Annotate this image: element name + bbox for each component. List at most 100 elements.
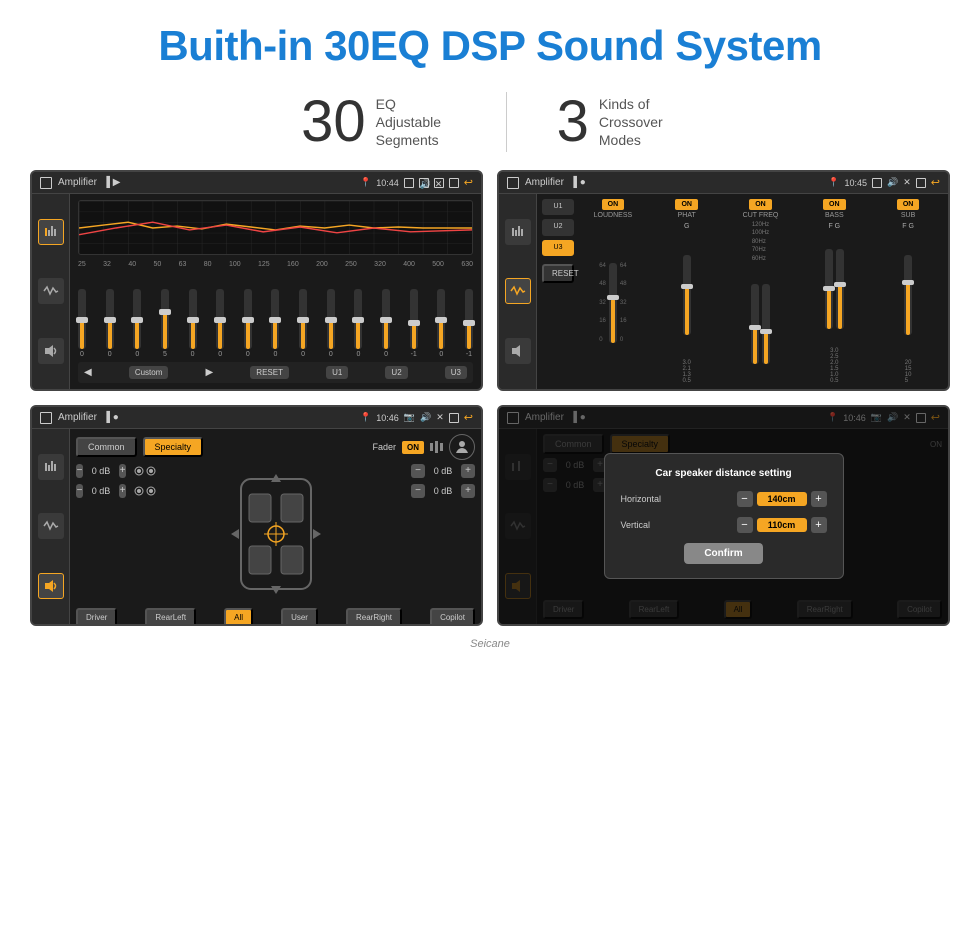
eq-sidebar-wave-btn[interactable] bbox=[38, 278, 64, 304]
horizontal-value: 140cm bbox=[757, 492, 807, 506]
all-btn[interactable]: All bbox=[224, 608, 253, 626]
db-plus-4[interactable]: + bbox=[461, 484, 475, 498]
crossover-sidebar-wave-btn[interactable] bbox=[505, 278, 531, 304]
speaker-sidebar-wave-btn[interactable] bbox=[38, 513, 64, 539]
crossover-camera-icon bbox=[872, 178, 882, 188]
crossover-bands: ON LOUDNESS 644832160 644832160 bbox=[578, 199, 943, 384]
slider-7[interactable]: 0 bbox=[244, 289, 252, 358]
crossover-time: 10:45 bbox=[844, 178, 867, 188]
dialog-title: Car speaker distance setting bbox=[621, 468, 827, 479]
slider-14[interactable]: 0 bbox=[437, 289, 445, 358]
db-minus-2[interactable]: − bbox=[76, 484, 83, 498]
band-bass: ON BASS F G bbox=[799, 199, 869, 384]
eq-u2-btn[interactable]: U2 bbox=[385, 366, 407, 379]
slider-13[interactable]: -1 bbox=[410, 289, 418, 358]
preset-u2-btn[interactable]: U2 bbox=[542, 219, 574, 235]
person-icon-btn[interactable] bbox=[449, 434, 475, 460]
cutfreq-slider2[interactable] bbox=[762, 284, 770, 364]
eq-body: 2532405063 80100125160200 25032040050063… bbox=[32, 194, 481, 389]
slider-4[interactable]: 5 bbox=[161, 289, 169, 358]
copilot-btn[interactable]: Copilot bbox=[430, 608, 475, 626]
eq-reset-btn[interactable]: RESET bbox=[250, 366, 289, 379]
db-minus-3[interactable]: − bbox=[411, 464, 425, 478]
common-mode-btn[interactable]: Common bbox=[76, 437, 137, 457]
db-plus-2[interactable]: + bbox=[119, 484, 126, 498]
eq-u3-btn[interactable]: U3 bbox=[445, 366, 467, 379]
eq-play-btn[interactable]: ▶ bbox=[205, 367, 213, 378]
db-minus-1[interactable]: − bbox=[76, 464, 83, 478]
slider-8[interactable]: 0 bbox=[271, 289, 279, 358]
eq-sidebar-eq-btn[interactable] bbox=[38, 219, 64, 245]
bass-toggle[interactable]: ON bbox=[823, 199, 846, 210]
stat-eq-number: 30 bbox=[301, 93, 366, 151]
eq-custom-btn[interactable]: Custom bbox=[129, 366, 169, 379]
band-sub: ON SUB F G 2015105 bbox=[873, 199, 943, 384]
slider-9[interactable]: 0 bbox=[299, 289, 307, 358]
crossover-sidebar bbox=[499, 194, 537, 389]
preset-u1-btn[interactable]: U1 bbox=[542, 199, 574, 215]
specialty-mode-btn[interactable]: Specialty bbox=[143, 437, 204, 457]
rear-left-btn[interactable]: RearLeft bbox=[145, 608, 196, 626]
db-plus-3[interactable]: + bbox=[461, 464, 475, 478]
speaker-sidebar bbox=[32, 429, 70, 624]
speaker-back-icon[interactable]: ↩ bbox=[464, 411, 473, 424]
user-btn[interactable]: User bbox=[281, 608, 318, 626]
slider-2[interactable]: 0 bbox=[106, 289, 114, 358]
loudness-slider[interactable] bbox=[609, 263, 617, 343]
rear-right-btn[interactable]: RearRight bbox=[346, 608, 402, 626]
crossover-back-icon[interactable]: ↩ bbox=[931, 176, 940, 189]
speaker-x-icon[interactable]: ✕ bbox=[436, 412, 444, 423]
sub-toggle[interactable]: ON bbox=[897, 199, 920, 210]
crossover-sidebar-speaker-btn[interactable] bbox=[505, 338, 531, 364]
crossover-x-icon[interactable]: ✕ bbox=[903, 177, 911, 188]
bass-slider2[interactable] bbox=[836, 249, 844, 329]
slider-10[interactable]: 0 bbox=[327, 289, 335, 358]
eq-x-icon[interactable]: ✕ bbox=[434, 178, 444, 188]
vertical-plus-btn[interactable]: + bbox=[811, 517, 827, 533]
crossover-sidebar-eq-btn[interactable] bbox=[505, 219, 531, 245]
crossover-reset-btn[interactable]: RESET bbox=[542, 264, 574, 283]
horizontal-minus-btn[interactable]: − bbox=[737, 491, 753, 507]
crossover-volume-icon: 🔊 bbox=[887, 177, 898, 188]
slider-11[interactable]: 0 bbox=[354, 289, 362, 358]
slider-6[interactable]: 0 bbox=[216, 289, 224, 358]
confirm-button[interactable]: Confirm bbox=[684, 543, 762, 564]
horizontal-plus-btn[interactable]: + bbox=[811, 491, 827, 507]
speaker-bottom-btns: Driver RearLeft All User RearRight Copil… bbox=[76, 608, 475, 626]
db-plus-1[interactable]: + bbox=[119, 464, 126, 478]
db-control-4: − 0 dB + bbox=[411, 484, 475, 498]
eq-prev-btn[interactable]: ◀ bbox=[84, 367, 92, 378]
preset-u3-btn[interactable]: U3 bbox=[542, 240, 574, 256]
cutfreq-toggle[interactable]: ON bbox=[749, 199, 772, 210]
slider-5[interactable]: 0 bbox=[189, 289, 197, 358]
phat-toggle[interactable]: ON bbox=[675, 199, 698, 210]
speaker-body: Common Specialty Fader ON bbox=[32, 429, 481, 624]
slider-3[interactable]: 0 bbox=[133, 289, 141, 358]
cutfreq-slider[interactable] bbox=[751, 284, 759, 364]
speaker-sidebar-eq-btn[interactable] bbox=[38, 454, 64, 480]
cutfreq-label: CUT FREQ bbox=[743, 212, 779, 219]
slider-1[interactable]: 0 bbox=[78, 289, 86, 358]
eq-sidebar-speaker-btn[interactable] bbox=[38, 338, 64, 364]
vertical-minus-btn[interactable]: − bbox=[737, 517, 753, 533]
slider-15[interactable]: -1 bbox=[465, 289, 473, 358]
driver-btn[interactable]: Driver bbox=[76, 608, 117, 626]
home-icon[interactable] bbox=[40, 177, 52, 189]
db-control-2: − 0 dB + bbox=[76, 484, 156, 498]
stat-eq: 30 EQ AdjustableSegments bbox=[251, 93, 506, 151]
loudness-toggle[interactable]: ON bbox=[602, 199, 625, 210]
speaker-location-icon: 📍 bbox=[360, 412, 371, 423]
vertical-label: Vertical bbox=[621, 520, 651, 530]
eq-back-icon[interactable]: ↩ bbox=[464, 176, 473, 189]
speaker-sidebar-speaker-btn[interactable] bbox=[38, 573, 64, 599]
bass-slider[interactable] bbox=[825, 249, 833, 329]
fader-toggle[interactable]: ON bbox=[402, 441, 424, 454]
speaker-home-icon[interactable] bbox=[40, 412, 52, 424]
sub-slider[interactable] bbox=[904, 255, 912, 335]
phat-slider[interactable] bbox=[683, 255, 691, 335]
slider-12[interactable]: 0 bbox=[382, 289, 390, 358]
db-minus-4[interactable]: − bbox=[411, 484, 425, 498]
db-value-3: 0 dB bbox=[429, 466, 457, 476]
crossover-home-icon[interactable] bbox=[507, 177, 519, 189]
eq-u1-btn[interactable]: U1 bbox=[326, 366, 348, 379]
